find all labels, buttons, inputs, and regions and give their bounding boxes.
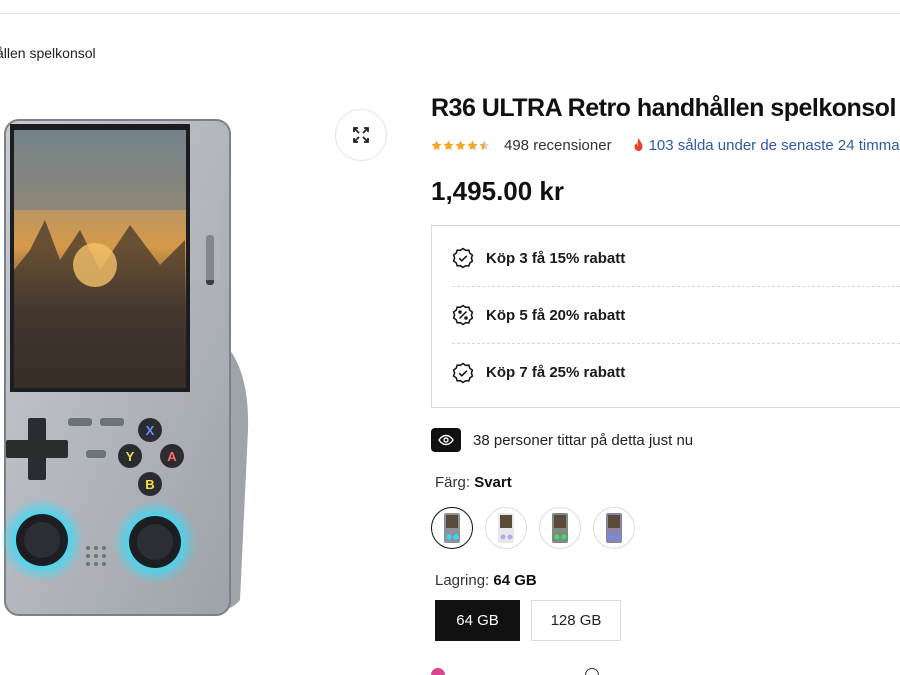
svg-text:B: B [145,477,154,492]
storage-options: 64 GB 128 GB [435,600,621,641]
color-swatches [431,507,635,549]
zoom-button[interactable] [335,109,387,161]
bottom-peek-row [431,668,599,675]
sold-indicator: 103 sålda under de senaste 24 timmarna [632,137,900,154]
badge-percent-icon [452,304,474,326]
svg-text:A: A [167,449,177,464]
color-label: Färg: Svart [435,474,512,491]
half-star-icon [479,140,490,151]
expand-icon [353,127,369,143]
discount-label: Köp 7 få 25% rabatt [486,364,626,381]
swatch-white[interactable] [485,507,527,549]
breadcrumb[interactable]: ållen spelkonsol [0,45,96,61]
star-icon [431,140,442,151]
share-icon[interactable] [431,668,445,675]
discount-row: Köp 3 få 15% rabatt [452,230,900,287]
discount-row: Köp 7 få 25% rabatt [452,344,900,401]
storage-option-64gb[interactable]: 64 GB [435,600,520,641]
storage-label-text: Lagring: [435,572,490,589]
bulk-discount-box: Köp 3 få 15% rabatt Köp 5 få 20% rabatt … [431,225,900,408]
badge-check-icon [452,247,474,269]
rating-row: 498 recensioner 103 sålda under de senas… [431,137,900,154]
discount-label: Köp 3 få 15% rabatt [486,249,626,267]
product-price: 1,495.00 kr [431,176,565,206]
color-label-text: Färg: [435,474,471,491]
question-icon[interactable] [585,668,599,675]
storage-label: Lagring: 64 GB [435,572,537,589]
badge-check-icon [452,362,474,383]
header-divider [0,13,900,14]
star-icon [443,140,454,151]
star-icon [467,140,478,151]
color-selected-value: Svart [474,474,512,491]
swatch-black[interactable] [431,507,473,549]
svg-text:Y: Y [126,449,135,464]
star-icon [455,140,466,151]
storage-option-128gb[interactable]: 128 GB [531,600,621,641]
star-rating[interactable] [431,140,490,151]
discount-label: Köp 5 få 20% rabatt [486,306,626,324]
eye-icon [431,428,461,452]
swatch-purple[interactable] [593,507,635,549]
live-viewers: 38 personer tittar på detta just nu [431,428,693,452]
storage-selected-value: 64 GB [493,572,537,589]
discount-row: Köp 5 få 20% rabatt [452,287,900,344]
product-title: R36 ULTRA Retro handhållen spelkonsol [431,94,896,122]
fire-icon [634,138,643,151]
swatch-green[interactable] [539,507,581,549]
review-count[interactable]: 498 recensioner [504,137,612,154]
viewers-text: 38 personer tittar på detta just nu [473,431,694,449]
svg-text:X: X [146,423,155,438]
product-image[interactable]: X Y A B [0,100,400,640]
sold-text: 103 sålda under de senaste 24 timmarna [648,137,900,154]
